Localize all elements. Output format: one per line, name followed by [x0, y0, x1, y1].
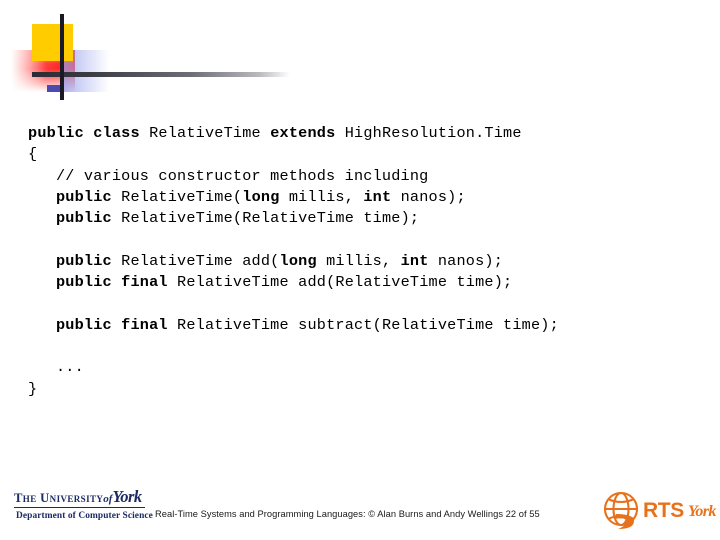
york-logo-the: The [14, 491, 37, 505]
york-logo-rule [14, 507, 145, 508]
code-text: RelativeTime add(RelativeTime time); [177, 273, 513, 292]
footer-citation: Real-Time Systems and Programming Langua… [155, 509, 540, 519]
code-text: RelativeTime subtract(RelativeTime time)… [177, 315, 559, 334]
code-text: HighResolution.Time [344, 124, 522, 142]
code-text: } [28, 379, 38, 398]
code-text: RelativeTime( [121, 187, 243, 206]
rts-logo-acronym: RTS [643, 499, 684, 522]
york-logo-york: York [112, 487, 142, 506]
code-keyword: long [242, 187, 289, 206]
code-keyword: public [55, 209, 122, 228]
code-line: } [28, 379, 698, 400]
code-keyword: int [400, 251, 438, 270]
york-logo-university: University [40, 491, 104, 505]
university-of-york-logo: The UniversityofYork Department of Compu… [14, 484, 153, 530]
code-line: // various constructor methods including [28, 166, 698, 187]
york-logo-department: Department of Computer Science [16, 511, 153, 521]
code-text: nanos); [437, 251, 504, 270]
code-keyword: public final [55, 315, 178, 334]
code-keyword: public [55, 187, 122, 206]
code-line: ... [28, 357, 698, 378]
code-line: public final RelativeTime add(RelativeTi… [28, 272, 698, 293]
code-line: public final RelativeTime subtract(Relat… [28, 315, 698, 336]
code-text: millis, [288, 187, 364, 206]
code-line: public RelativeTime(RelativeTime time); [28, 208, 698, 229]
code-text: millis, [326, 251, 401, 270]
code-keyword: long [279, 251, 327, 270]
code-line: public RelativeTime(long millis, int nan… [28, 187, 698, 208]
code-text: RelativeTime [149, 124, 271, 142]
code-keyword: public class [28, 124, 150, 142]
code-listing: public class RelativeTime extends HighRe… [28, 123, 698, 400]
code-keyword: public [55, 251, 122, 270]
code-line: { [28, 144, 698, 165]
header-decoration-graphic [0, 0, 320, 110]
code-line: public RelativeTime add(long millis, int… [28, 251, 698, 272]
decoration-vertical-bar [60, 14, 64, 100]
code-text: { [28, 145, 38, 164]
code-text: RelativeTime(RelativeTime time); [121, 209, 420, 228]
code-text: ... [28, 358, 84, 377]
york-logo-wordmark: The UniversityofYork [14, 487, 142, 507]
globe-icon [603, 491, 639, 529]
code-text: RelativeTime add( [121, 251, 280, 270]
decoration-yellow-fade [32, 54, 73, 63]
rts-logo-york: York [688, 503, 716, 520]
code-text: // various constructor methods including [28, 166, 429, 185]
rts-york-logo: RTS York [600, 487, 718, 535]
code-text: nanos); [400, 187, 466, 206]
decoration-horizontal-bar [32, 72, 290, 77]
code-keyword: public final [55, 273, 178, 292]
code-keyword: extends [270, 124, 345, 142]
code-line: public class RelativeTime extends HighRe… [28, 123, 698, 144]
code-keyword: int [363, 187, 401, 206]
